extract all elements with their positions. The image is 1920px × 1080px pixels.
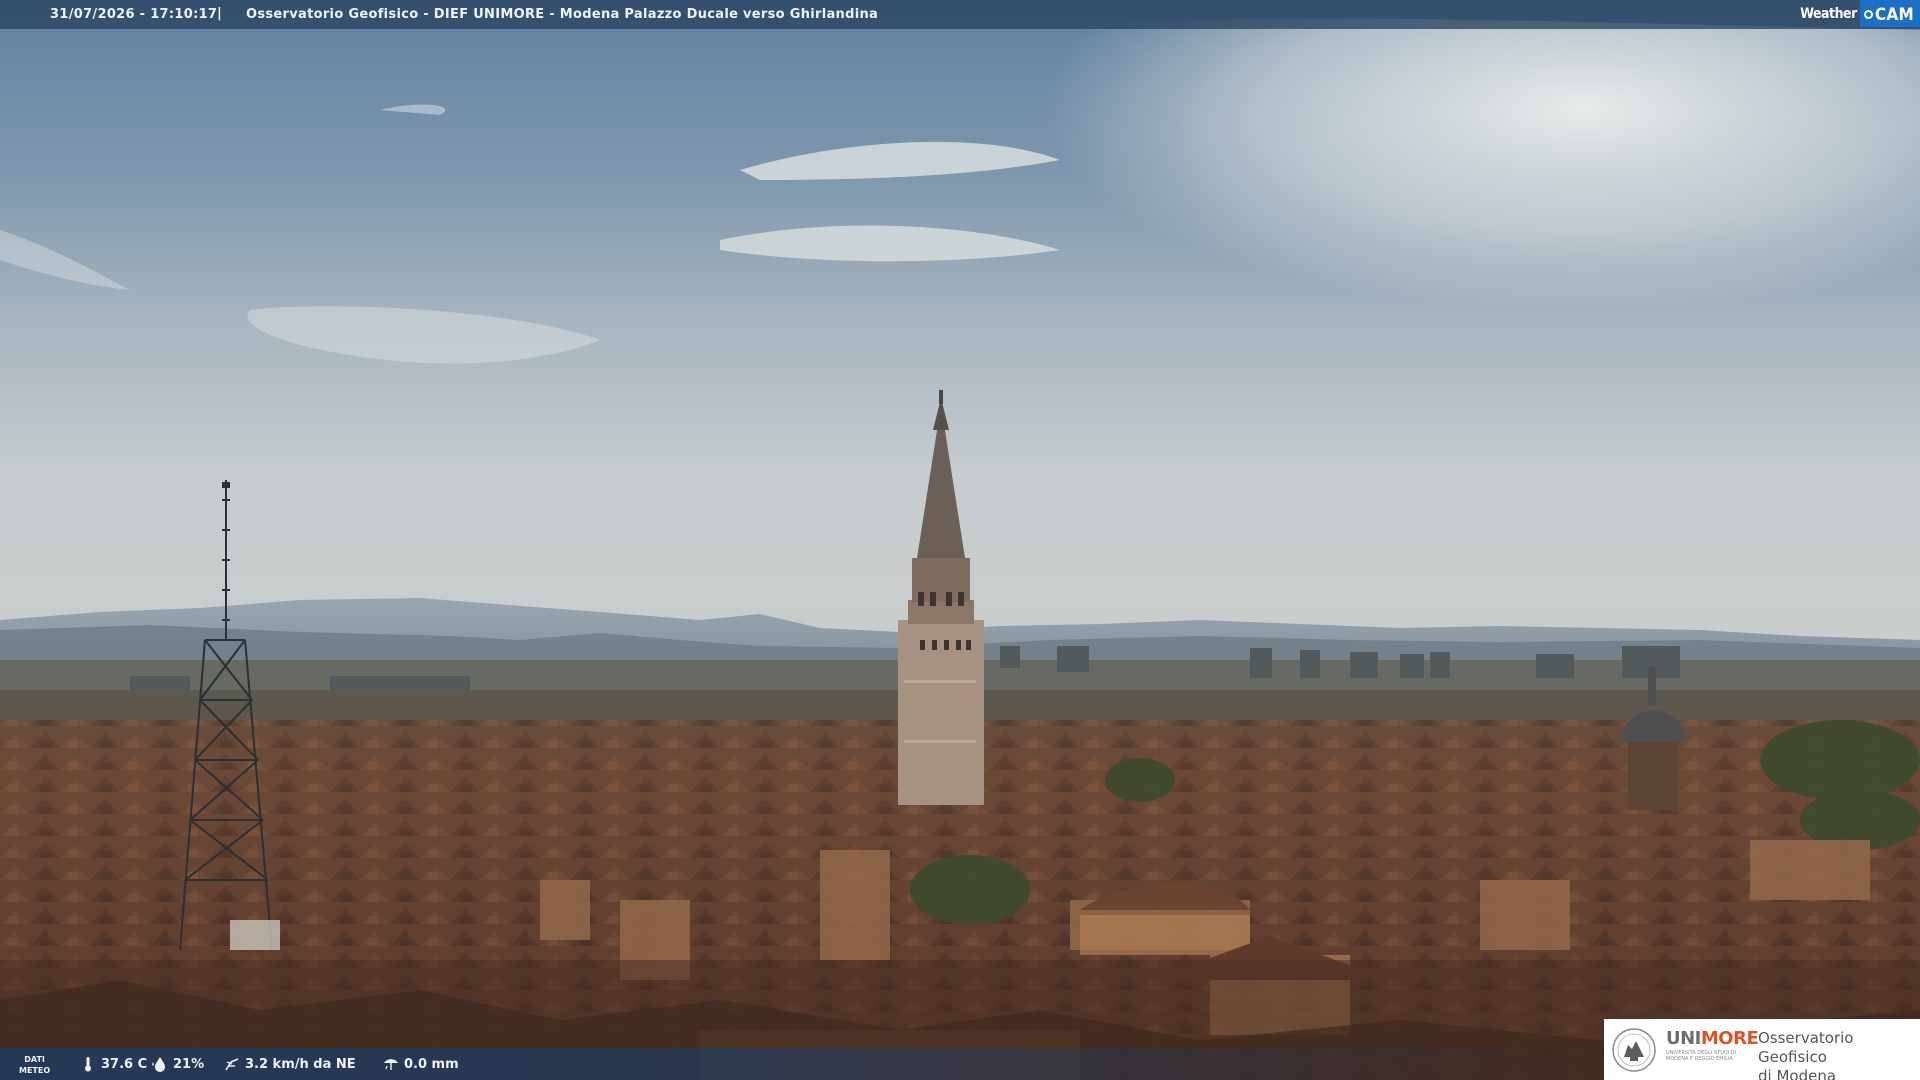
wind-reading: 3.2 km/h da NE — [224, 1056, 356, 1072]
separator: | — [217, 6, 223, 21]
temperature-value: 37.6 C — [101, 1056, 148, 1072]
university-caption: UNIVERSITÀ DEGLI STUDI DI MODENA E REGGI… — [1666, 1050, 1737, 1062]
weathercam-logo-cam-text: CAM — [1874, 4, 1914, 25]
weathercam-logo-weather: Weather — [1800, 5, 1857, 22]
unimore-wordmark-uni: UNI — [1666, 1028, 1701, 1049]
camera-info-bar: 31/07/2026 - 17:10:17 | Osservatorio Geo… — [0, 0, 1920, 29]
rain-gauge-icon — [384, 1059, 398, 1070]
meteo-label-line1: DATI — [24, 1055, 45, 1064]
wind-value: 3.2 km/h da NE — [245, 1056, 356, 1072]
timestamp: 31/07/2026 - 17:10:17 — [50, 7, 218, 22]
rain-reading: 0.0 mm — [383, 1056, 459, 1072]
weathercam-logo: Weather CAM — [1800, 0, 1920, 27]
humidity-icon — [152, 1057, 165, 1072]
unimore-logo-box: UNIMORE UNIVERSITÀ DEGLI STUDI DI MODENA… — [1604, 1019, 1920, 1080]
humidity-value: 21% — [173, 1056, 205, 1072]
unimore-wordmark-more: MORE — [1700, 1028, 1759, 1049]
rain-value: 0.0 mm — [404, 1056, 459, 1072]
temperature-reading: 37.6 C — [80, 1056, 147, 1072]
meteo-data-label: DATI METEO — [19, 1054, 50, 1076]
weathercam-logo-cam: CAM — [1859, 0, 1920, 27]
humidity-reading: 21% — [152, 1056, 204, 1072]
weather-data-bar: DATI METEO 37.6 C 21% 3.2 km/h da NE 0.0… — [0, 1048, 1600, 1080]
thermometer-icon — [85, 1057, 91, 1072]
observatory-name: Osservatorio Geofisico di Modena — [1758, 1029, 1920, 1080]
unimore-wordmark: UNIMORE — [1666, 1028, 1759, 1049]
observatory-name-line2: di Modena — [1758, 1067, 1837, 1080]
observatory-name-line1: Osservatorio Geofisico — [1758, 1029, 1854, 1066]
wind-icon — [225, 1058, 239, 1071]
camera-lens-icon — [1863, 10, 1873, 19]
unimore-seal-icon — [1612, 1028, 1656, 1072]
meteo-label-line2: METEO — [19, 1066, 51, 1075]
webcam-image — [0, 0, 1920, 1080]
camera-title: Osservatorio Geofisico - DIEF UNIMORE - … — [246, 7, 879, 22]
